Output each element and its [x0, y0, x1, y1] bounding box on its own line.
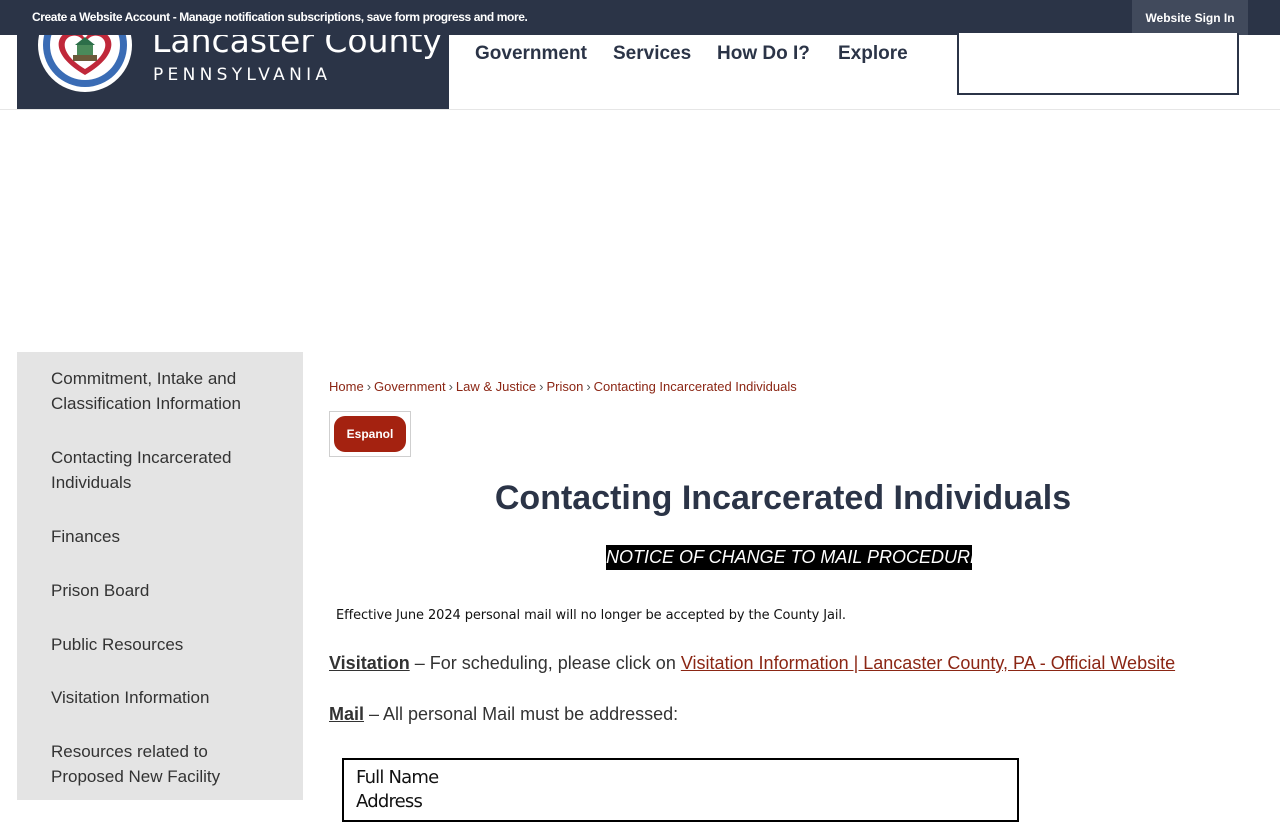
sidebar-item-label: Resources related to [51, 742, 208, 761]
sidebar-item-proposed-new-facility[interactable]: Resources related to Proposed New Facili… [51, 739, 291, 789]
visitation-paragraph: Visitation – For scheduling, please clic… [329, 653, 1175, 674]
mail-heading: Mail [329, 704, 365, 724]
breadcrumb-separator: › [539, 379, 544, 394]
nav-services[interactable]: Services [613, 43, 691, 65]
nav-government[interactable]: Government [475, 43, 587, 65]
address-line-address: Address [356, 791, 423, 812]
breadcrumb-government[interactable]: Government [374, 379, 446, 394]
county-seal-icon [38, 35, 132, 92]
sidebar-item-label: Public Resources [51, 635, 184, 654]
breadcrumb-separator: › [366, 379, 372, 394]
mail-text: – All personal Mail must be addressed: [364, 704, 679, 724]
sidebar-item-label: Proposed New Facility [51, 767, 221, 786]
sidebar-item-contacting-incarcerated[interactable]: Contacting Incarcerated Individuals [51, 445, 291, 495]
sidebar-item-label: Commitment, Intake and [51, 369, 237, 388]
sidebar-item-label: Visitation Information [51, 688, 210, 707]
address-line-name: Full Name [356, 767, 439, 788]
mail-notice-banner: NOTICE OF CHANGE TO MAIL PROCEDURES [606, 545, 994, 570]
logo-title: Lancaster County [152, 35, 442, 60]
visitation-information-link[interactable]: Visitation Information | Lancaster Count… [681, 653, 1175, 673]
sidebar-item-finances[interactable]: Finances [51, 524, 291, 549]
sidebar-item-label: Contacting Incarcerated [51, 448, 232, 467]
create-account-link[interactable]: Create a Website Account - Manage notifi… [32, 10, 528, 24]
sidebar-item-prison-board[interactable]: Prison Board [51, 578, 291, 603]
nav-how-do-i[interactable]: How Do I? [717, 43, 810, 65]
espanol-button-frame: Espanol [329, 411, 411, 457]
breadcrumb-law-justice[interactable]: Law & Justice [456, 379, 536, 394]
mail-address-example: Full Name Address [342, 758, 1019, 822]
search-panel[interactable] [957, 33, 1239, 95]
sidebar-item-public-resources[interactable]: Public Resources [51, 632, 291, 657]
mail-paragraph: Mail – All personal Mail must be address… [329, 704, 678, 725]
breadcrumb-separator: › [448, 379, 453, 394]
sidebar-item-label: Classification Information [51, 394, 241, 413]
website-sign-in-button[interactable]: Website Sign In [1132, 0, 1248, 35]
site-logo[interactable]: Lancaster County PENNSYLVANIA [17, 35, 449, 109]
logo-subtitle: PENNSYLVANIA [153, 65, 332, 85]
breadcrumb-separator: › [586, 379, 591, 394]
sidebar-item-visitation-information[interactable]: Visitation Information [51, 685, 291, 710]
site-header: Lancaster County PENNSYLVANIA Government… [0, 33, 1280, 110]
top-utility-bar: Create a Website Account - Manage notifi… [0, 0, 1280, 35]
sidebar-item-label: Finances [51, 527, 120, 546]
nav-explore[interactable]: Explore [838, 43, 908, 65]
effective-date-note: Effective June 2024 personal mail will n… [336, 608, 846, 623]
visitation-heading: Visitation [329, 653, 410, 673]
page-title: Contacting Incarcerated Individuals [494, 479, 1072, 517]
sidebar-nav: Commitment, Intake and Classification In… [17, 352, 303, 800]
sidebar-item-label: Individuals [51, 473, 132, 492]
sidebar-item-commitment-intake[interactable]: Commitment, Intake and Classification In… [51, 366, 291, 416]
breadcrumb-prison[interactable]: Prison [546, 379, 583, 394]
espanol-button[interactable]: Espanol [334, 416, 406, 452]
breadcrumb: Home › Government › Law & Justice › Prison › Con… [329, 379, 797, 394]
visitation-text: – For scheduling, please click on [409, 653, 681, 673]
breadcrumb-home[interactable]: Home [329, 379, 364, 394]
breadcrumb-current[interactable]: Contacting Incarcerated Individuals [594, 379, 797, 394]
sidebar-item-label: Prison Board [51, 581, 150, 600]
